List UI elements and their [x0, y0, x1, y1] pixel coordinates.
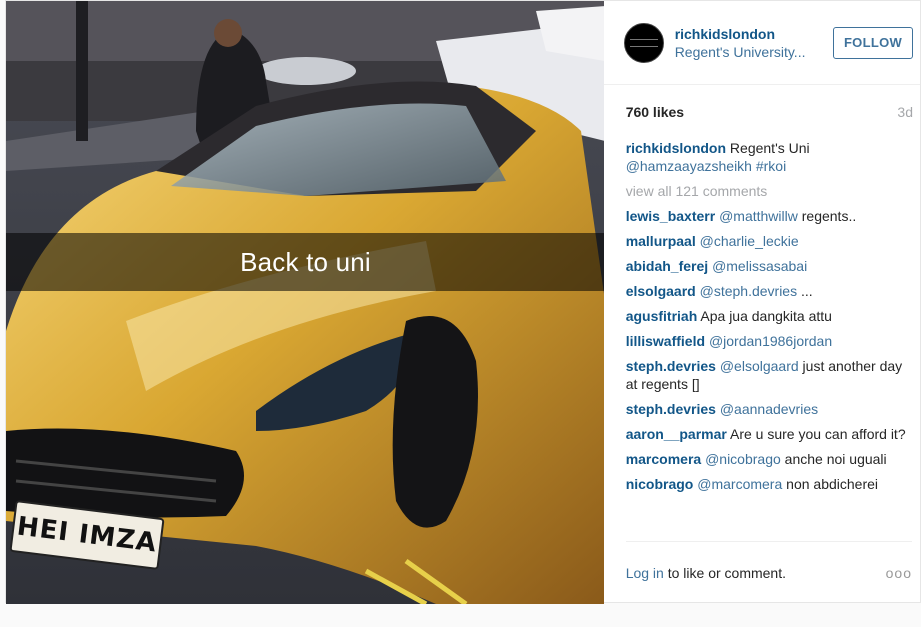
caption-username[interactable]: richkidslondon [626, 140, 726, 156]
likes-row: 760 likes 3d [604, 85, 920, 139]
comment-mention[interactable]: @marcomera [697, 476, 782, 492]
comment-text: ... [800, 283, 813, 299]
caption-mention[interactable]: @hamzaayazsheikh [626, 158, 752, 174]
header-location[interactable]: Regent's University... [675, 43, 817, 61]
comment-mention[interactable]: @charlie_leckie [700, 233, 799, 249]
comment-item: nicobrago @marcomera non abdicherei [626, 475, 912, 493]
comment-item: steph.devries @aannadevries [626, 400, 912, 418]
comment-item: mallurpaal @charlie_leckie [626, 232, 912, 250]
caption: richkidslondon Regent's Uni @hamzaayazsh… [626, 139, 912, 175]
comment-item: aaron__parmar Are u sure you can afford … [626, 425, 912, 443]
comment-username[interactable]: elsolgaard [626, 283, 696, 299]
comment-username[interactable]: nicobrago [626, 476, 694, 492]
comment-username[interactable]: lilliswaffield [626, 333, 705, 349]
post-container: Back to uni HEI IMZA richkidslondon Rege… [5, 0, 921, 604]
follow-button[interactable]: FOLLOW [833, 26, 913, 59]
login-prompt: Log in to like or comment. [626, 565, 786, 581]
license-plate-text: HEI IMZA [15, 511, 159, 559]
comment-username[interactable]: abidah_ferej [626, 258, 708, 274]
comment-username[interactable]: steph.devries [626, 358, 716, 374]
comment-username[interactable]: mallurpaal [626, 233, 696, 249]
comment-mention[interactable]: @jordan1986jordan [709, 333, 832, 349]
post-header: richkidslondon Regent's University... FO… [603, 1, 920, 85]
comment-username[interactable]: agusfitriah [626, 308, 698, 324]
comment-mention[interactable]: @elsolgaard [720, 358, 799, 374]
header-text: richkidslondon Regent's University... [675, 25, 833, 61]
comment-item: elsolgaard @steph.devries ... [626, 282, 912, 300]
post-photo[interactable]: Back to uni HEI IMZA [6, 1, 604, 604]
login-prompt-text: to like or comment. [667, 564, 786, 581]
more-options-icon[interactable]: ooo [886, 565, 912, 581]
comment-mention[interactable]: @nicobrago [705, 451, 781, 467]
comment-text: Apa jua dangkita attu [700, 308, 832, 324]
snapchat-caption-bar: Back to uni [6, 233, 604, 291]
comment-mention[interactable]: @melissasabai [712, 258, 807, 274]
view-all-comments-link[interactable]: view all 121 comments [626, 182, 912, 200]
post-sidebar: richkidslondon Regent's University... FO… [603, 1, 920, 604]
comment-mention[interactable]: @matthwillw [719, 208, 798, 224]
comment-text: regents.. [801, 208, 857, 224]
likes-count[interactable]: 760 likes [626, 104, 684, 120]
post-footer: Log in to like or comment. ooo [625, 541, 912, 603]
comment-text: non abdicherei [786, 476, 879, 492]
comment-username[interactable]: aaron__parmar [626, 426, 727, 442]
comment-item: steph.devries @elsolgaard just another d… [626, 357, 912, 393]
comment-username[interactable]: lewis_baxterr [626, 208, 716, 224]
avatar-logo [629, 38, 658, 47]
comment-item: agusfitriah Apa jua dangkita attu [626, 307, 912, 325]
comment-username[interactable]: marcomera [626, 451, 702, 467]
comment-item: lewis_baxterr @matthwillw regents.. [626, 207, 912, 225]
comment-mention[interactable]: @aannadevries [720, 401, 818, 417]
post-time[interactable]: 3d [897, 104, 913, 120]
comment-list: richkidslondon Regent's Uni @hamzaayazsh… [604, 139, 920, 493]
header-username[interactable]: richkidslondon [675, 25, 833, 43]
snapchat-caption-text: Back to uni [240, 246, 371, 277]
comment-mention[interactable]: @steph.devries [700, 283, 797, 299]
comment-item: lilliswaffield @jordan1986jordan [626, 332, 912, 350]
comment-item: marcomera @nicobrago anche noi uguali [626, 450, 912, 468]
comment-text: anche noi uguali [784, 451, 887, 467]
caption-hashtag[interactable]: #rkoi [756, 158, 786, 174]
comment-username[interactable]: steph.devries [626, 401, 716, 417]
caption-text: Regent's Uni [729, 140, 810, 156]
avatar[interactable] [623, 22, 664, 63]
comment-item: abidah_ferej @melissasabai [626, 257, 912, 275]
comment-text: Are u sure you can afford it? [729, 426, 906, 442]
login-link[interactable]: Log in [626, 565, 664, 581]
